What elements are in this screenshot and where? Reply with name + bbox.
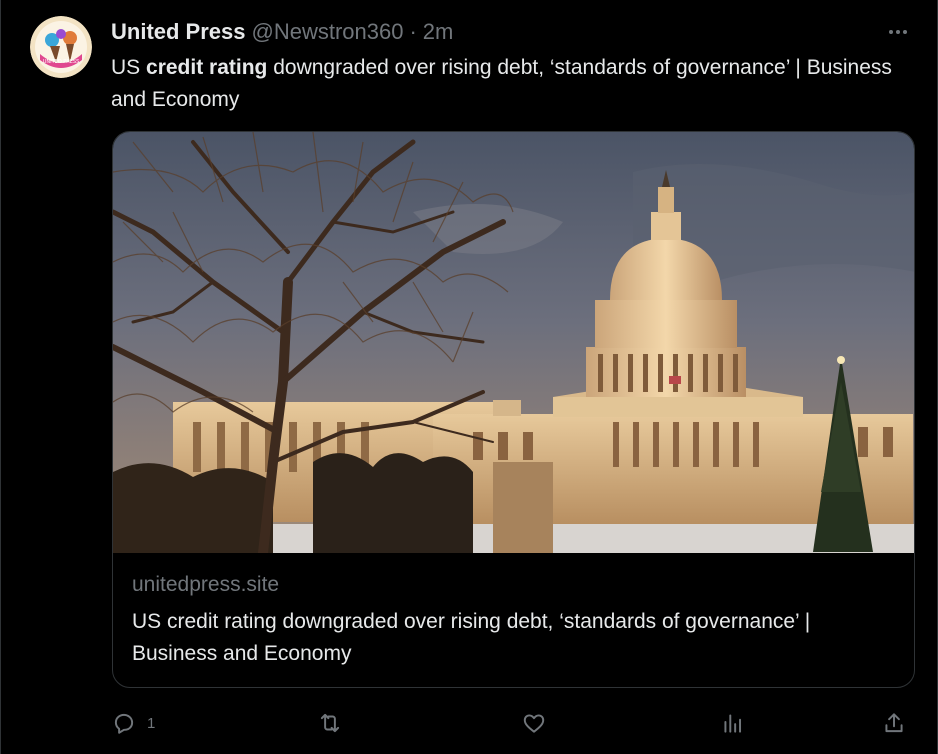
reply-icon xyxy=(114,713,134,734)
svg-text:UNITED PRESS: UNITED PRESS xyxy=(43,59,80,65)
repost-button[interactable] xyxy=(317,704,343,742)
analytics-icon xyxy=(724,714,742,733)
card-title[interactable]: US credit rating downgraded over rising … xyxy=(132,606,822,670)
more-dot-icon xyxy=(903,30,907,34)
link-card[interactable]: unitedpress.site US credit rating downgr… xyxy=(112,131,915,688)
repost-icon xyxy=(320,713,340,733)
post-text-start: US xyxy=(111,56,147,79)
views-button[interactable] xyxy=(720,704,746,742)
action-bar: 1 xyxy=(111,704,916,742)
timestamp[interactable]: 2m xyxy=(423,19,454,45)
like-button[interactable] xyxy=(521,704,547,742)
post-text: US credit rating downgraded over rising … xyxy=(111,52,916,116)
post[interactable]: UNITED PRESS United Press @Newstron360 ·… xyxy=(0,0,938,754)
card-image[interactable] xyxy=(113,132,915,553)
user-handle[interactable]: @Newstron360 xyxy=(252,19,404,45)
display-name[interactable]: United Press xyxy=(111,19,246,45)
card-domain[interactable]: unitedpress.site xyxy=(132,573,279,597)
more-dot-icon xyxy=(889,30,893,34)
reply-button[interactable]: 1 xyxy=(111,704,155,742)
reply-count: 1 xyxy=(147,714,156,732)
separator-dot: · xyxy=(409,19,417,44)
more-dot-icon xyxy=(896,30,900,34)
post-text-bold: credit rating xyxy=(146,56,268,79)
share-button[interactable] xyxy=(881,704,907,742)
post-header: United Press @Newstron360 · 2m xyxy=(111,18,453,46)
more-options-button[interactable] xyxy=(883,18,913,46)
share-icon xyxy=(885,713,903,733)
heart-icon xyxy=(523,714,545,733)
avatar[interactable]: UNITED PRESS xyxy=(30,16,92,78)
